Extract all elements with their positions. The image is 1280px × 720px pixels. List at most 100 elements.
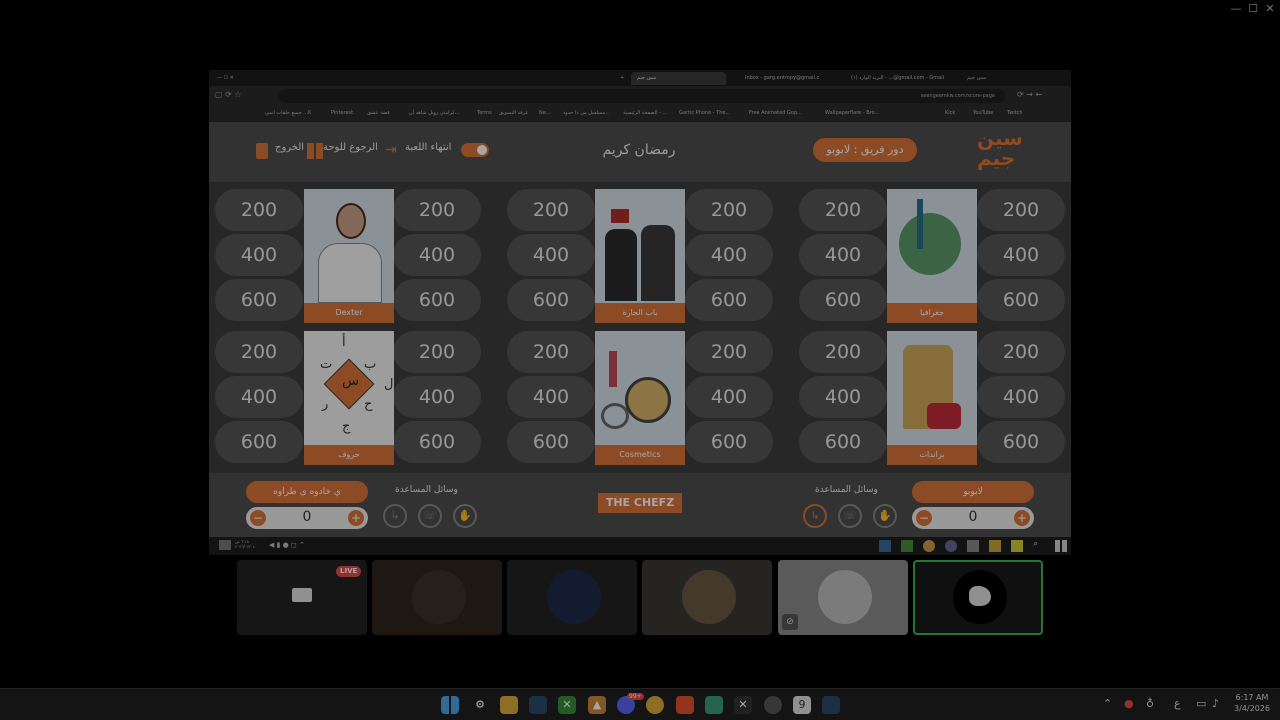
hand-lifeline-icon[interactable]: ✋ (453, 504, 477, 528)
volume-icon[interactable]: ♪ (1212, 697, 1219, 710)
cell-letters-200-left[interactable]: 200 (215, 331, 303, 373)
chrome-icon[interactable] (646, 696, 664, 714)
swap-lifeline-icon[interactable]: ↳ (383, 504, 407, 528)
exit-button[interactable]: الخروج (275, 142, 304, 153)
bookmark[interactable]: غرفة التسويق (499, 110, 528, 116)
bookmark[interactable]: قصة عشق (367, 110, 390, 116)
bookmark[interactable]: كرامتي زوبل شاهد أن... (409, 110, 459, 116)
cell-cosmetics-400-left[interactable]: 400 (507, 376, 595, 418)
phone-lifeline-icon[interactable]: ☏ (418, 504, 442, 528)
hand-lifeline-icon[interactable]: ✋ (873, 504, 897, 528)
cell-geo-200-right[interactable]: 200 (977, 189, 1065, 231)
cell-bab-200-right[interactable]: 200 (685, 189, 773, 231)
bookmark[interactable]: Terms (477, 110, 492, 116)
cell-brands-400-left[interactable]: 400 (799, 376, 887, 418)
bookmark[interactable]: Gartic Phone - The... (679, 110, 730, 116)
tray-chevron-icon[interactable]: ⌃ (1103, 697, 1112, 710)
tab-seengeem[interactable]: سين جيم (631, 72, 726, 85)
cell-brands-200-left[interactable]: 200 (799, 331, 887, 373)
url-input[interactable]: seengeemkw.com/score-page (279, 89, 1005, 103)
bookmark[interactable]: الصفحة الرئيسية - ... (623, 110, 667, 116)
close-button[interactable]: ✕ (1260, 2, 1280, 15)
cell-geo-400-left[interactable]: 400 (799, 234, 887, 276)
cell-brands-600-right[interactable]: 600 (977, 421, 1065, 463)
cell-letters-600-right[interactable]: 600 (393, 421, 481, 463)
cell-letters-200-right[interactable]: 200 (393, 331, 481, 373)
language-indicator[interactable]: ع (1174, 697, 1181, 710)
cell-dexter-400-right[interactable]: 400 (393, 234, 481, 276)
bookmark[interactable]: جميع حلقات انمي ...K (265, 110, 311, 116)
bookmark[interactable]: Ne... (539, 110, 551, 116)
bookmark[interactable]: مسلسل من ذا حدود... (563, 110, 610, 116)
start-icon[interactable] (441, 696, 459, 714)
cell-letters-600-left[interactable]: 600 (215, 421, 303, 463)
vlc-icon[interactable]: ▲ (588, 696, 606, 714)
cell-letters-400-right[interactable]: 400 (393, 376, 481, 418)
steam-icon[interactable] (822, 696, 840, 714)
cell-dexter-600-left[interactable]: 600 (215, 279, 303, 321)
cell-cosmetics-200-right[interactable]: 200 (685, 331, 773, 373)
cell-cosmetics-200-left[interactable]: 200 (507, 331, 595, 373)
cell-dexter-400-left[interactable]: 400 (215, 234, 303, 276)
xbox-icon[interactable]: ✕ (558, 696, 576, 714)
cell-bab-400-right[interactable]: 400 (685, 234, 773, 276)
cell-brands-200-right[interactable]: 200 (977, 331, 1065, 373)
window-controls[interactable]: — ☐ ✕ (211, 72, 253, 85)
app-icon[interactable]: ✕ (734, 696, 752, 714)
nav-arrows[interactable]: ⟳ → ← (1017, 90, 1042, 99)
tab-seengeem-2[interactable]: سين جيم (961, 72, 1051, 85)
taskbar-clock[interactable]: 6:17 AM 3/4/2026 (1232, 692, 1272, 714)
cell-cosmetics-600-right[interactable]: 600 (685, 421, 773, 463)
plus-button[interactable]: + (348, 510, 364, 526)
obs-icon[interactable] (764, 696, 782, 714)
cell-bab-600-right[interactable]: 600 (685, 279, 773, 321)
tab-gmail[interactable]: البريد الوارد (١) - ...@gmail.com - Gmai… (845, 72, 955, 85)
participant-tile-speaking[interactable] (913, 560, 1043, 635)
bookmark[interactable]: Pinterest (331, 110, 353, 116)
app-icon[interactable]: 9 (793, 696, 811, 714)
tray-app-icon[interactable]: ● (1124, 697, 1134, 710)
category-card-bab-al-hara[interactable]: باب الحارة (595, 189, 685, 323)
participant-tile[interactable] (642, 560, 772, 635)
settings-icon[interactable]: ⚙ (471, 696, 489, 714)
minus-button[interactable]: − (916, 510, 932, 526)
cell-geo-600-right[interactable]: 600 (977, 279, 1065, 321)
participant-screenshare[interactable]: LIVE (237, 560, 367, 635)
cell-geo-600-left[interactable]: 600 (799, 279, 887, 321)
cell-bab-600-left[interactable]: 600 (507, 279, 595, 321)
bookmark[interactable]: Wallpaperflare - Bro... (825, 110, 879, 116)
end-game-toggle[interactable] (461, 143, 489, 157)
category-card-dexter[interactable]: Dexter (304, 189, 394, 323)
bookmark[interactable]: Free Animated Gop... (749, 110, 802, 116)
end-game-button[interactable]: انتهاء اللعبة (405, 142, 451, 153)
cell-bab-200-left[interactable]: 200 (507, 189, 595, 231)
tab-inbox[interactable]: Inbox - garg.entropy@gmail.c (739, 72, 839, 85)
steam-icon[interactable] (529, 696, 547, 714)
cell-geo-400-right[interactable]: 400 (977, 234, 1065, 276)
folder-icon[interactable] (500, 696, 518, 714)
category-card-cosmetics[interactable]: Cosmetics (595, 331, 685, 465)
cell-dexter-200-right[interactable]: 200 (393, 189, 481, 231)
back-to-board-button[interactable]: الرجوع للوحة (323, 142, 378, 153)
participant-tile[interactable] (507, 560, 637, 635)
category-card-geography[interactable]: جغرافيا (887, 189, 977, 323)
category-card-brands[interactable]: براندات (887, 331, 977, 465)
app-icon[interactable] (705, 696, 723, 714)
cell-bab-400-left[interactable]: 400 (507, 234, 595, 276)
cell-cosmetics-600-left[interactable]: 600 (507, 421, 595, 463)
new-tab-button[interactable]: + (614, 72, 626, 85)
minus-button[interactable]: − (250, 510, 266, 526)
swap-lifeline-icon[interactable]: ↳ (803, 504, 827, 528)
bookmark[interactable]: Twitch (1007, 110, 1023, 116)
plus-button[interactable]: + (1014, 510, 1030, 526)
brave-icon[interactable] (676, 696, 694, 714)
cell-cosmetics-400-right[interactable]: 400 (685, 376, 773, 418)
cell-dexter-600-right[interactable]: 600 (393, 279, 481, 321)
participant-tile[interactable] (372, 560, 502, 635)
cell-brands-400-right[interactable]: 400 (977, 376, 1065, 418)
bookmark[interactable]: Kick (945, 110, 955, 116)
cell-geo-200-left[interactable]: 200 (799, 189, 887, 231)
cell-brands-600-left[interactable]: 600 (799, 421, 887, 463)
participant-tile[interactable]: ⊘ (778, 560, 908, 635)
bookmark[interactable]: YouTube (973, 110, 993, 116)
